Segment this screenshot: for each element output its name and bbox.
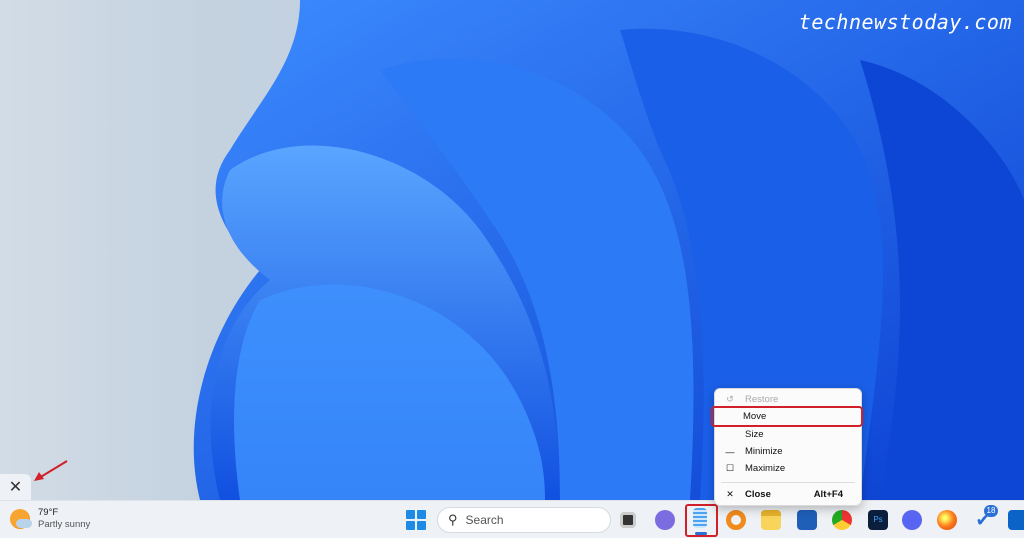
window-context-menu: ↺ Restore Move Size — Minimize ☐ Maximize ✕… bbox=[711, 388, 863, 506]
menu-item-close[interactable]: ✕ Close Alt+F4 bbox=[715, 486, 861, 503]
maximize-icon: ☐ bbox=[725, 463, 735, 473]
teams-icon[interactable] bbox=[655, 510, 675, 530]
outlook-icon[interactable] bbox=[1008, 510, 1024, 530]
weather-temp: 79°F bbox=[38, 507, 59, 518]
menu-separator bbox=[721, 482, 855, 483]
store-icon[interactable] bbox=[797, 510, 817, 530]
menu-item-minimize[interactable]: — Minimize bbox=[715, 443, 861, 460]
firefox-icon[interactable] bbox=[937, 510, 957, 530]
red-arrow-annotation bbox=[34, 460, 68, 481]
partly-sunny-icon bbox=[10, 509, 32, 529]
notepad-icon[interactable] bbox=[693, 508, 707, 528]
widget-close-button[interactable]: ✕ bbox=[0, 474, 31, 500]
menu-item-maximize[interactable]: ☐ Maximize bbox=[715, 460, 861, 477]
start-button[interactable] bbox=[406, 510, 426, 530]
desktop-wallpaper: technewstoday.com bbox=[0, 0, 1024, 500]
search-placeholder: Search bbox=[465, 513, 504, 527]
task-view-icon[interactable] bbox=[620, 512, 636, 528]
todo-badge: 18 bbox=[984, 505, 998, 517]
restore-icon: ↺ bbox=[726, 394, 734, 404]
site-watermark: technewstoday.com bbox=[798, 10, 1012, 34]
chrome-icon[interactable] bbox=[832, 510, 852, 530]
search-icon: ⚲ bbox=[448, 512, 458, 527]
search-tool-icon[interactable] bbox=[726, 510, 746, 530]
close-shortcut: Alt+F4 bbox=[813, 489, 843, 500]
file-explorer-icon[interactable] bbox=[761, 510, 781, 530]
weather-desc: Partly sunny bbox=[38, 519, 91, 530]
taskbar: 79°F Partly sunny ⚲ Search Ps ✔ 18 bbox=[0, 500, 1024, 538]
active-indicator bbox=[695, 532, 707, 535]
menu-item-move[interactable]: Move bbox=[711, 406, 863, 427]
menu-item-size[interactable]: Size bbox=[715, 426, 861, 443]
menu-item-restore[interactable]: ↺ Restore bbox=[715, 391, 861, 408]
search-box[interactable]: ⚲ Search bbox=[437, 507, 611, 533]
wallpaper-bloom bbox=[193, 0, 1024, 500]
discord-icon[interactable] bbox=[902, 510, 922, 530]
weather-widget[interactable]: 79°F Partly sunny bbox=[10, 507, 90, 531]
close-icon: ✕ bbox=[726, 489, 734, 499]
photoshop-icon[interactable]: Ps bbox=[868, 510, 888, 530]
minimize-icon: — bbox=[725, 446, 735, 457]
